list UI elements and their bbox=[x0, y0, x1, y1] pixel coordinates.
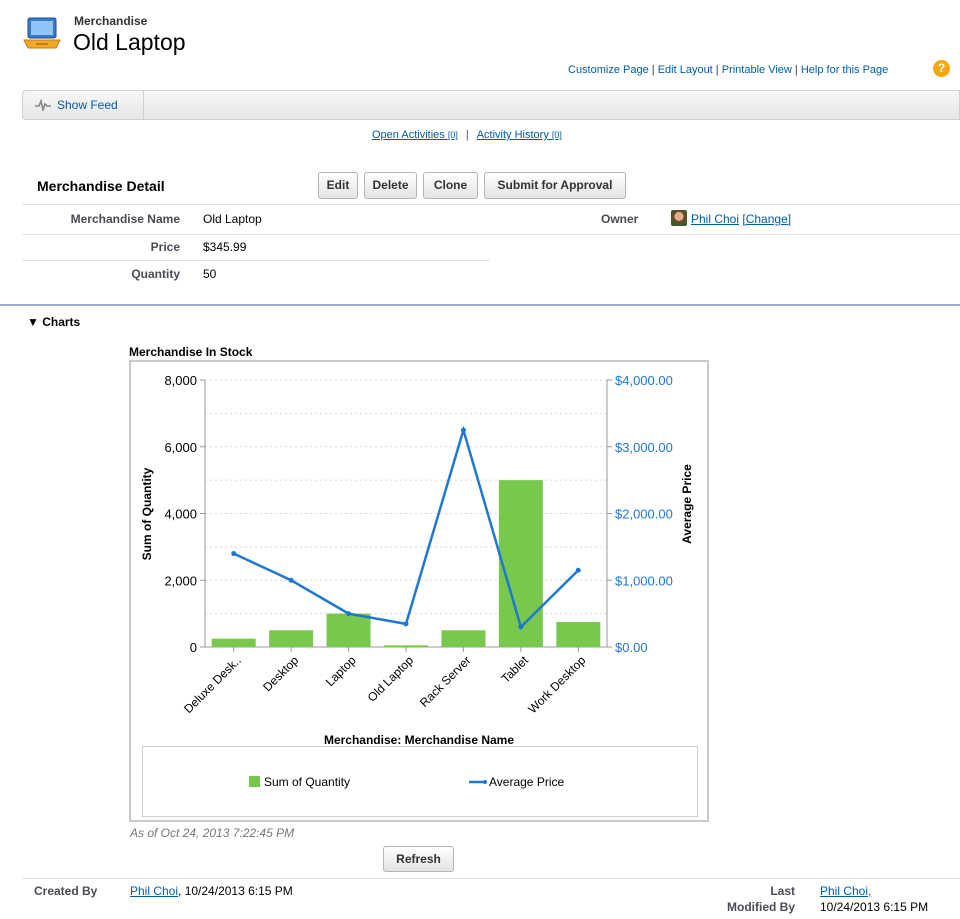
last-modified-label-line1: Last bbox=[770, 884, 795, 898]
customize-page-link[interactable]: Customize Page bbox=[568, 64, 649, 76]
y2-tick-label: $4,000.00 bbox=[615, 373, 673, 388]
bar-4 bbox=[384, 645, 428, 647]
record-title: Old Laptop bbox=[73, 29, 186, 55]
delete-button[interactable]: Delete bbox=[364, 172, 417, 199]
chart-title: Merchandise In Stock bbox=[129, 345, 253, 359]
price-value: $345.99 bbox=[203, 240, 247, 254]
last-modified-user-link[interactable]: Phil Choi, bbox=[820, 884, 871, 898]
bar-5 bbox=[441, 630, 486, 647]
show-feed-button[interactable]: Show Feed bbox=[23, 91, 144, 119]
y-tick-label: 0 bbox=[190, 640, 197, 655]
detail-section-title: Merchandise Detail bbox=[37, 178, 165, 194]
quantity-label: Quantity bbox=[131, 267, 180, 281]
y-tick-label: 4,000 bbox=[164, 507, 197, 522]
chart-as-of-timestamp: As of Oct 24, 2013 7:22:45 PM bbox=[130, 826, 295, 840]
merchandise-name-value: Old Laptop bbox=[203, 212, 262, 226]
merchandise-name-label: Merchandise Name bbox=[70, 212, 180, 226]
y-axis-title: Sum of Quantity bbox=[140, 467, 154, 560]
help-for-this-page-link[interactable]: Help for this Page bbox=[801, 64, 888, 76]
y-tick-label: 6,000 bbox=[164, 440, 197, 455]
x-tick-label: Laptop bbox=[323, 653, 359, 689]
last-modified-date: 10/24/2013 6:15 PM bbox=[820, 900, 929, 914]
edit-button[interactable]: Edit bbox=[318, 172, 358, 199]
open-activities-link[interactable]: Open Activities [0] bbox=[372, 129, 458, 141]
owner-change-link[interactable]: [Change] bbox=[742, 212, 791, 226]
created-by-date: , 10/24/2013 6:15 PM bbox=[178, 884, 293, 898]
line-point-3 bbox=[346, 611, 352, 617]
created-by-value: Phil Choi, 10/24/2013 6:15 PM bbox=[130, 884, 293, 898]
bar-2 bbox=[269, 630, 314, 647]
x-tick-label: Work Desktop bbox=[525, 653, 588, 716]
owner-label: Owner bbox=[601, 212, 639, 226]
related-list-links: Open Activities [0] | Activity History [0] bbox=[372, 129, 562, 141]
line-point-6 bbox=[518, 624, 524, 630]
activity-history-link[interactable]: Activity History [0] bbox=[477, 129, 562, 141]
line-point-1 bbox=[231, 551, 237, 557]
chart-canvas: 0 2,000 4,000 6,000 8,000 $0.00 $1,000.00 $2,00… bbox=[140, 373, 694, 789]
legend-line-label: Average Price bbox=[489, 775, 564, 789]
line-point-4 bbox=[403, 621, 409, 627]
created-by-label: Created By bbox=[34, 884, 98, 898]
last-modified-label-line2: Modified By bbox=[727, 900, 795, 914]
legend-bar-swatch bbox=[249, 776, 260, 787]
y2-tick-label: $0.00 bbox=[615, 640, 648, 655]
x-axis-title: Merchandise: Merchandise Name bbox=[324, 733, 514, 747]
merchandise-laptop-icon bbox=[23, 17, 61, 49]
refresh-button[interactable]: Refresh bbox=[383, 846, 454, 872]
last-modified-user: Phil Choi, bbox=[820, 884, 871, 898]
x-tick-label: Deluxe Desk.. bbox=[181, 653, 244, 716]
y2-tick-label: $3,000.00 bbox=[615, 440, 673, 455]
line-point-5 bbox=[460, 427, 466, 433]
footer-divider bbox=[22, 878, 960, 879]
printable-view-link[interactable]: Printable View bbox=[722, 64, 792, 76]
x-tick-label: Rack Server bbox=[417, 653, 474, 710]
detail-row-divider bbox=[22, 260, 490, 261]
line-point-2 bbox=[288, 577, 294, 583]
owner-link[interactable]: Phil Choi bbox=[691, 212, 739, 226]
bar-7 bbox=[556, 621, 601, 647]
created-by-user-link[interactable]: Phil Choi bbox=[130, 884, 178, 898]
clone-button[interactable]: Clone bbox=[423, 172, 478, 199]
owner-avatar bbox=[671, 210, 687, 226]
charts-section-toggle[interactable]: ▼ Charts bbox=[27, 315, 80, 329]
header-links: Customize Page | Edit Layout | Printable… bbox=[568, 64, 889, 76]
detail-top-divider bbox=[22, 204, 960, 205]
y2-tick-label: $2,000.00 bbox=[615, 507, 673, 522]
submit-for-approval-button[interactable]: Submit for Approval bbox=[484, 172, 626, 199]
section-divider bbox=[0, 304, 960, 306]
y-tick-label: 2,000 bbox=[164, 573, 197, 588]
owner-value: Phil Choi [Change] bbox=[691, 212, 791, 226]
y2-axis-title: Average Price bbox=[680, 464, 694, 544]
object-type-label: Merchandise bbox=[74, 14, 148, 28]
x-tick-label: Desktop bbox=[260, 653, 301, 694]
x-tick-label: Old Laptop bbox=[365, 653, 417, 705]
show-feed-label: Show Feed bbox=[57, 98, 118, 112]
quantity-value: 50 bbox=[203, 267, 217, 281]
line-point-7 bbox=[575, 567, 581, 573]
bar-6 bbox=[498, 480, 543, 647]
edit-layout-link[interactable]: Edit Layout bbox=[658, 64, 713, 76]
legend-line-marker bbox=[483, 780, 487, 784]
detail-row-divider bbox=[22, 234, 960, 235]
x-tick-label: Tablet bbox=[498, 653, 531, 686]
bar-1 bbox=[211, 638, 256, 647]
help-icon[interactable]: ? bbox=[933, 60, 950, 77]
y-tick-label: 8,000 bbox=[164, 373, 197, 388]
price-label: Price bbox=[150, 240, 180, 254]
feed-pulse-icon bbox=[35, 98, 51, 113]
legend-bar-label: Sum of Quantity bbox=[264, 775, 350, 789]
bar-3 bbox=[326, 613, 371, 647]
y2-tick-label: $1,000.00 bbox=[615, 573, 673, 588]
feed-bar: Show Feed bbox=[22, 90, 960, 120]
